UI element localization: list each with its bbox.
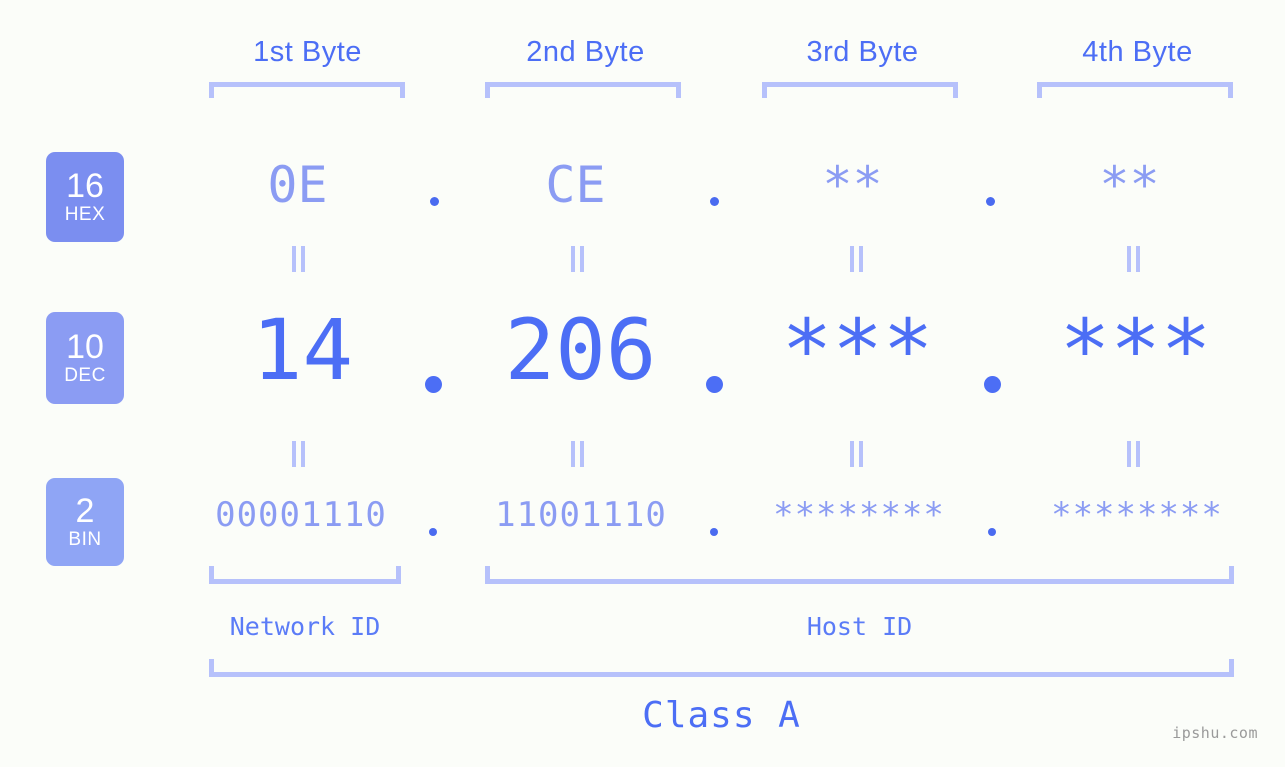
hex-separator-3 [986,197,995,206]
bin-separator-1 [429,528,437,536]
dec-octet-1: 14 [251,301,354,399]
radix-badge-bin-number: 2 [75,492,95,530]
byte-header-3: 3rd Byte [806,36,919,68]
equals-connector-dec-bin-1 [291,441,307,467]
hex-separator-2 [710,197,719,206]
byte-bracket-top-1 [209,82,405,98]
bin-octet-1: 00001110 [215,495,387,535]
hex-octet-2: CE [545,156,606,214]
radix-badge-hex-number: 16 [66,167,104,205]
radix-badge-bin: 2 BIN [46,478,124,566]
host-id-label: Host ID [806,612,913,641]
bin-octet-4: ******** [1051,495,1223,535]
radix-badge-hex-system: HEX [64,204,106,225]
dec-octet-2: 206 [504,301,657,399]
ip-address-breakdown-diagram: 1st Byte 2nd Byte 3rd Byte 4th Byte 16 H… [0,0,1285,767]
byte-bracket-top-4 [1037,82,1233,98]
bin-octet-3: ******** [773,495,945,535]
equals-connector-hex-dec-3 [849,246,865,272]
bin-octet-2: 11001110 [495,495,667,535]
radix-badge-dec-system: DEC [64,365,106,386]
equals-connector-dec-bin-3 [849,441,865,467]
equals-connector-hex-dec-4 [1126,246,1142,272]
equals-connector-dec-bin-2 [570,441,586,467]
bin-separator-3 [988,528,996,536]
byte-bracket-top-3 [762,82,958,98]
radix-badge-dec-number: 10 [66,328,104,366]
bin-separator-2 [710,528,718,536]
hex-octet-1: 0E [267,156,328,214]
hex-octet-3: ** [822,156,883,214]
dec-octet-3: *** [781,301,934,399]
equals-connector-hex-dec-2 [570,246,586,272]
dec-octet-4: *** [1059,301,1212,399]
network-id-bracket [209,566,401,584]
radix-badge-hex: 16 HEX [46,152,124,242]
hex-separator-1 [430,197,439,206]
byte-header-1: 1st Byte [253,36,362,68]
radix-badge-bin-system: BIN [68,529,102,550]
host-id-bracket [485,566,1234,584]
byte-header-4: 4th Byte [1082,36,1193,68]
network-id-label: Network ID [229,612,381,641]
class-bracket [209,659,1234,677]
dec-separator-2 [706,376,723,393]
radix-badge-dec: 10 DEC [46,312,124,404]
byte-header-2: 2nd Byte [526,36,645,68]
byte-bracket-top-2 [485,82,681,98]
dec-separator-3 [984,376,1001,393]
dec-separator-1 [425,376,442,393]
equals-connector-hex-dec-1 [291,246,307,272]
watermark: ipshu.com [1172,724,1258,742]
hex-octet-4: ** [1099,156,1160,214]
class-label: Class A [642,695,801,736]
equals-connector-dec-bin-4 [1126,441,1142,467]
